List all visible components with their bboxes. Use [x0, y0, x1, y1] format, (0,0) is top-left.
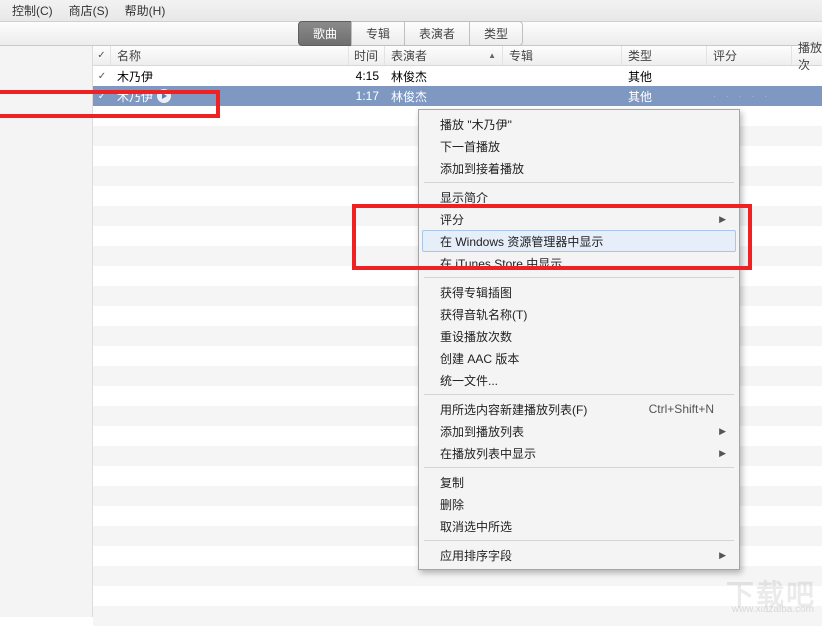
col-album[interactable]: 专辑 [503, 46, 622, 65]
row-genre: 其他 [622, 66, 707, 86]
menu-show-playlist-label: 在播放列表中显示 [440, 445, 536, 462]
column-headers: ✓ 名称 时间 表演者 ▲ 专辑 类型 评分 播放次 [93, 46, 822, 66]
menu-sort-fields-label: 应用排序字段 [440, 547, 512, 564]
row-artist: 林俊杰 [385, 66, 503, 86]
menu-copy[interactable]: 复制 [422, 471, 736, 493]
context-menu: 播放 "木乃伊" 下一首播放 添加到接着播放 显示简介 评分 ▶ 在 Window… [418, 109, 740, 570]
submenu-arrow-icon: ▶ [719, 426, 726, 437]
col-rating[interactable]: 评分 [707, 46, 792, 65]
sidebar [0, 46, 93, 617]
tab-artists[interactable]: 表演者 [404, 21, 470, 46]
row-time: 1:17 [349, 86, 385, 106]
row-name: 木乃伊 [111, 66, 349, 86]
submenu-arrow-icon: ▶ [719, 214, 726, 225]
menu-sort-fields[interactable]: 应用排序字段 ▶ [422, 544, 736, 566]
check-icon: ✓ [98, 71, 106, 82]
empty-row [93, 606, 822, 626]
row-rating[interactable]: · · · · · [707, 86, 792, 106]
menu-consolidate[interactable]: 统一文件... [422, 369, 736, 391]
row-genre: 其他 [622, 86, 707, 106]
menu-bar: 控制(C) 商店(S) 帮助(H) [0, 0, 822, 22]
row-artist: 林俊杰 [385, 86, 503, 106]
row-check[interactable]: ✓ [93, 66, 111, 86]
row-time: 4:15 [349, 66, 385, 86]
col-plays[interactable]: 播放次 [792, 46, 822, 65]
row-album [503, 86, 622, 106]
tab-albums[interactable]: 专辑 [351, 21, 405, 46]
menu-show-in-explorer[interactable]: 在 Windows 资源管理器中显示 [422, 230, 736, 252]
col-check[interactable]: ✓ [93, 46, 111, 65]
menu-get-info[interactable]: 显示简介 [422, 186, 736, 208]
play-icon[interactable] [157, 89, 171, 103]
menu-separator [424, 467, 734, 468]
table-row[interactable]: ✓ 木乃伊 4:15 林俊杰 其他 [93, 66, 822, 86]
table-row-selected[interactable]: ✓ 木乃伊 1:17 林俊杰 其他 · · · · · [93, 86, 822, 106]
menu-play-next[interactable]: 下一首播放 [422, 135, 736, 157]
menu-add-to-playlist[interactable]: 添加到播放列表 ▶ [422, 420, 736, 442]
menu-separator [424, 540, 734, 541]
menu-add-playlist-label: 添加到播放列表 [440, 423, 524, 440]
menu-play-track[interactable]: 播放 "木乃伊" [422, 113, 736, 135]
menu-new-playlist-label: 用所选内容新建播放列表(F) [440, 401, 587, 418]
track-name-label: 木乃伊 [117, 88, 153, 105]
submenu-arrow-icon: ▶ [719, 448, 726, 459]
menu-create-aac[interactable]: 创建 AAC 版本 [422, 347, 736, 369]
row-plays [792, 86, 822, 106]
row-name: 木乃伊 [111, 86, 349, 106]
menu-separator [424, 394, 734, 395]
menu-rating[interactable]: 评分 ▶ [422, 208, 736, 230]
col-artist-label: 表演者 [391, 47, 427, 64]
submenu-arrow-icon: ▶ [719, 550, 726, 561]
menu-uncheck[interactable]: 取消选中所选 [422, 515, 736, 537]
col-time[interactable]: 时间 [349, 46, 385, 65]
menu-separator [424, 277, 734, 278]
menu-reset-plays[interactable]: 重设播放次数 [422, 325, 736, 347]
menu-store[interactable]: 商店(S) [61, 0, 117, 21]
row-rating[interactable] [707, 66, 792, 86]
col-genre[interactable]: 类型 [622, 46, 707, 65]
menu-delete[interactable]: 删除 [422, 493, 736, 515]
menu-get-artwork[interactable]: 获得专辑插图 [422, 281, 736, 303]
empty-row [93, 586, 822, 606]
menu-shortcut: Ctrl+Shift+N [649, 402, 714, 416]
menu-add-up-next[interactable]: 添加到接着播放 [422, 157, 736, 179]
tab-songs[interactable]: 歌曲 [298, 21, 352, 46]
menu-control[interactable]: 控制(C) [4, 0, 61, 21]
view-tabs: 歌曲 专辑 表演者 类型 [0, 22, 822, 46]
menu-rating-label: 评分 [440, 211, 464, 228]
menu-show-in-playlist[interactable]: 在播放列表中显示 ▶ [422, 442, 736, 464]
menu-new-playlist[interactable]: 用所选内容新建播放列表(F) Ctrl+Shift+N [422, 398, 736, 420]
sort-asc-icon: ▲ [488, 51, 496, 60]
check-icon: ✓ [98, 91, 106, 102]
menu-separator [424, 182, 734, 183]
menu-help[interactable]: 帮助(H) [117, 0, 174, 21]
row-album [503, 66, 622, 86]
menu-get-track-names[interactable]: 获得音轨名称(T) [422, 303, 736, 325]
row-check[interactable]: ✓ [93, 86, 111, 106]
menu-show-in-store[interactable]: 在 iTunes Store 中显示 [422, 252, 736, 274]
check-icon: ✓ [97, 50, 105, 61]
col-name[interactable]: 名称 [111, 46, 349, 65]
col-artist[interactable]: 表演者 ▲ [385, 46, 503, 65]
tab-genres[interactable]: 类型 [469, 21, 523, 46]
